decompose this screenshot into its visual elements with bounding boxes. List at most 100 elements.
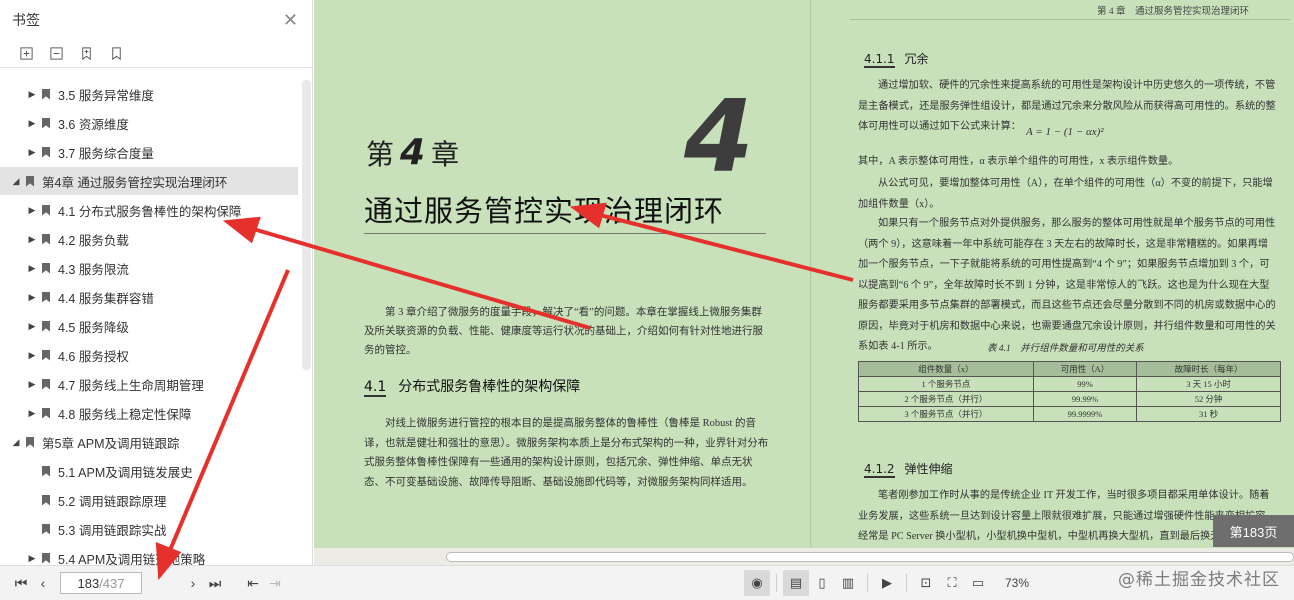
bookmark-flag-icon xyxy=(42,204,50,216)
bookmark-flag-icon xyxy=(42,291,50,303)
single-page-icon[interactable]: ▯ xyxy=(809,570,835,596)
expand-triangle-icon[interactable]: ▶ xyxy=(26,292,38,303)
last-page-icon[interactable]: ⏭ xyxy=(204,572,226,594)
bookmarks-panel: 书签 ✕ ▶ 3.5 服务异常维度 ▶ 3.6 资源维度 ▶ 3.7 服务综合度量 ◢ 第4章… xyxy=(0,0,313,567)
bookmark-item[interactable]: ▶ 4.7 服务线上生命周期管理 xyxy=(0,370,204,398)
bookmark-flag-icon xyxy=(42,465,50,477)
bookmark-item[interactable]: ▶ 4.8 服务线上稳定性保障 xyxy=(0,399,191,427)
table-cell: 3 个服务节点（并行） xyxy=(858,406,1034,422)
bookmark-item[interactable]: ◢ 第5章 APM及调用链跟踪 xyxy=(0,428,180,456)
paragraph: 从公式可见，要增加整体可用性（A），在单个组件的可用性（α）不变的前提下，只能增… xyxy=(858,178,1273,210)
bookmark-flag-icon xyxy=(26,175,34,187)
chapter-number: 4 xyxy=(400,132,426,173)
eye-protect-icon[interactable]: ◉ xyxy=(744,570,770,596)
page-number-input[interactable]: 183/437 xyxy=(60,572,142,594)
bookmark-item[interactable]: ▶ 4.5 服务降级 xyxy=(0,312,129,340)
close-icon[interactable]: ✕ xyxy=(283,10,298,31)
zoom-level[interactable]: 73% xyxy=(1005,576,1029,590)
bookmark-item[interactable]: ◢ 第4章 通过服务管控实现治理闭环 xyxy=(0,167,298,195)
bookmark-item[interactable]: ▶ 4.4 服务集群容错 xyxy=(0,283,154,311)
add-bookmark-icon[interactable] xyxy=(78,46,94,62)
bookmark-item[interactable]: ▶ 4.1 分布式服务鲁棒性的架构保障 xyxy=(0,196,241,224)
table-header: 可用性（A） xyxy=(1032,361,1138,377)
chapter-prefix: 第 xyxy=(366,138,395,171)
sidebar-scrollbar[interactable] xyxy=(302,80,311,370)
expand-triangle-icon[interactable]: ▶ xyxy=(26,408,38,419)
bookmark-label: 4.7 服务线上生命周期管理 xyxy=(58,378,204,393)
subsection-title: 冗余 xyxy=(904,52,929,66)
expand-triangle-icon[interactable]: ▶ xyxy=(26,89,38,100)
back-icon[interactable]: ⇤ xyxy=(242,572,264,594)
section-title: 分布式服务鲁棒性的架构保障 xyxy=(398,379,581,395)
header-rule xyxy=(850,19,1290,20)
expand-triangle-icon[interactable]: ▶ xyxy=(26,147,38,158)
bookmark-item[interactable]: ▶ 4.6 服务授权 xyxy=(0,341,129,369)
document-view[interactable]: 4 第4章 通过服务管控实现治理闭环 第 3 章介绍了微服务的度量手段，解决了“… xyxy=(314,0,1294,565)
collapse-triangle-icon[interactable]: ◢ xyxy=(10,176,22,187)
bookmark-label: 4.5 服务降级 xyxy=(58,320,129,335)
bookmark-label: 4.6 服务授权 xyxy=(58,349,129,364)
prev-page-icon[interactable]: ‹ xyxy=(32,572,54,594)
chapter-suffix: 章 xyxy=(431,138,460,171)
bookmark-label: 3.6 资源维度 xyxy=(58,117,129,132)
table-row: 2 个服务节点（并行） 99.99% 52 分钟 xyxy=(858,391,1281,407)
bookmark-item[interactable]: 5.1 APM及调用链发展史 xyxy=(0,457,193,485)
section-heading: 4.1 分布式服务鲁棒性的架构保障 xyxy=(364,376,580,397)
bookmark-flag-icon xyxy=(42,523,50,535)
expand-triangle-icon[interactable]: ▶ xyxy=(26,118,38,129)
left-page: 4 第4章 通过服务管控实现治理闭环 第 3 章介绍了微服务的度量手段，解决了“… xyxy=(314,0,811,548)
right-page: 第 4 章 通过服务管控实现治理闭环 4.1.1 冗余 通过增加软、硬件的冗余性来… xyxy=(812,0,1294,563)
bookmark-label: 4.8 服务线上稳定性保障 xyxy=(58,407,192,422)
first-page-icon[interactable]: ⏮ xyxy=(10,572,32,594)
bookmark-flag-icon xyxy=(42,407,50,419)
bookmark-flag-icon xyxy=(42,233,50,245)
expand-triangle-icon[interactable]: ▶ xyxy=(26,234,38,245)
expand-triangle-icon[interactable]: ▶ xyxy=(26,350,38,361)
bookmark-flag-icon xyxy=(26,436,34,448)
subsection-heading-1: 4.1.1 冗余 xyxy=(864,50,929,68)
bookmark-item[interactable]: ▶ 3.5 服务异常维度 xyxy=(0,80,154,108)
bookmarks-header: 书签 ✕ xyxy=(0,0,312,40)
continuous-view-icon[interactable]: ▤ xyxy=(783,570,809,596)
play-icon[interactable]: ▶ xyxy=(874,570,900,596)
actual-size-icon[interactable]: ⊡ xyxy=(913,570,939,596)
divider xyxy=(906,574,907,592)
two-page-icon[interactable]: ▥ xyxy=(835,570,861,596)
paragraph: 如果只有一个服务节点对外提供服务，那么服务的整体可用性就是单个服务节点的可用性（… xyxy=(858,218,1276,352)
subsection-title: 弹性伸缩 xyxy=(904,462,953,476)
bookmark-item[interactable]: ▶ 4.3 服务限流 xyxy=(0,254,129,282)
table-header: 组件数量（x） xyxy=(858,361,1034,377)
bookmark-item[interactable]: 5.3 调用链跟踪实战 xyxy=(0,515,166,543)
bookmark-item[interactable]: 5.2 调用链跟踪原理 xyxy=(0,486,166,514)
bookmark-flag-icon xyxy=(42,88,50,100)
table-caption: 表 4.1 并行组件数量和可用性的关系 xyxy=(987,344,1144,354)
expand-triangle-icon[interactable]: ▶ xyxy=(26,321,38,332)
bookmark-item[interactable]: ▶ 3.7 服务综合度量 xyxy=(0,138,154,166)
expand-triangle-icon[interactable]: ▶ xyxy=(26,379,38,390)
next-page-icon[interactable]: › xyxy=(182,572,204,594)
fit-width-icon[interactable]: ▭ xyxy=(965,570,991,596)
bookmark-flag-icon xyxy=(42,494,50,506)
formula: A = 1 − (1 − αx)² xyxy=(1026,126,1104,138)
table-row: 1 个服务节点 99% 3 天 15 小时 xyxy=(858,376,1281,392)
bookmark-item[interactable]: ▶ 3.6 资源维度 xyxy=(0,109,129,137)
bookmark-label: 5.3 调用链跟踪实战 xyxy=(58,523,167,538)
watermark: @稀土掘金技术社区 xyxy=(1118,570,1280,590)
bookmark-flag-icon xyxy=(42,378,50,390)
bookmark-icon[interactable] xyxy=(108,46,124,62)
bookmark-item[interactable]: ▶ 4.2 服务负载 xyxy=(0,225,129,253)
expand-triangle-icon[interactable]: ▶ xyxy=(26,263,38,274)
expand-triangle-icon[interactable]: ▶ xyxy=(26,205,38,216)
expand-triangle-icon[interactable]: ▶ xyxy=(26,553,38,564)
horizontal-scrollbar[interactable] xyxy=(314,548,1294,565)
forward-icon[interactable]: ⇥ xyxy=(264,572,286,594)
scrollbar-thumb[interactable] xyxy=(446,552,1294,562)
divider xyxy=(776,574,777,592)
table-cell: 99% xyxy=(1032,376,1138,392)
bookmark-label: 4.1 分布式服务鲁棒性的架构保障 xyxy=(58,204,242,219)
collapse-triangle-icon[interactable]: ◢ xyxy=(10,437,22,448)
fit-page-icon[interactable]: ⛶ xyxy=(939,570,965,596)
current-page: 183 xyxy=(77,575,100,591)
collapse-all-icon[interactable] xyxy=(48,46,64,62)
expand-all-icon[interactable] xyxy=(18,46,34,62)
